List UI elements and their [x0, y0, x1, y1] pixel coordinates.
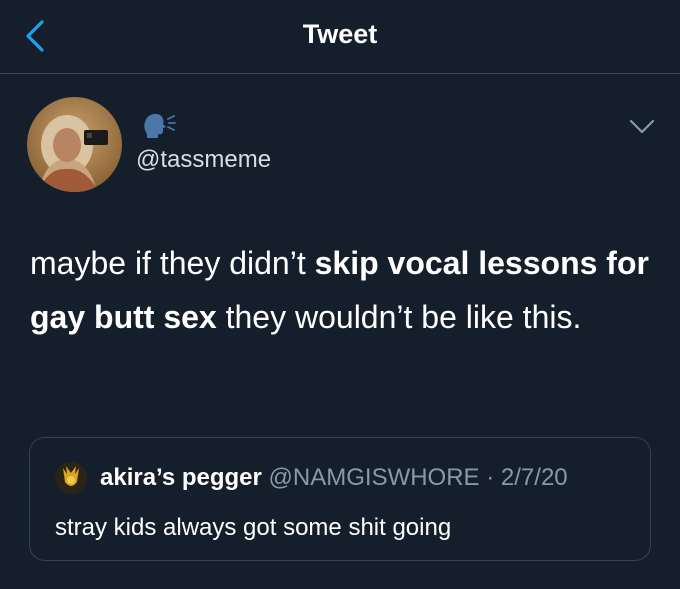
tweet-text: maybe if they didn’t skip vocal lessons … [30, 236, 650, 344]
meta-separator: · [486, 464, 495, 491]
quoted-author-name[interactable]: akira’s pegger [100, 464, 262, 491]
chevron-down-icon [629, 119, 655, 134]
quoted-author-handle[interactable]: @NAMGISWHORE [269, 464, 480, 491]
tweet-text-segment: they wouldn’t be like this. [216, 299, 582, 335]
quoted-tweet-header: akira’s pegger @NAMGISWHORE · 2/7/20 [100, 464, 568, 492]
quoted-tweet[interactable]: akira’s pegger @NAMGISWHORE · 2/7/20 str… [29, 437, 651, 561]
avatar-image [27, 97, 122, 192]
author-handle[interactable]: @tassmeme [136, 146, 271, 174]
quoted-author-avatar[interactable] [55, 462, 87, 494]
author-avatar[interactable] [27, 97, 122, 192]
more-options-button[interactable] [625, 113, 659, 139]
quoted-tweet-date: 2/7/20 [500, 464, 568, 491]
speaking-head-icon [141, 110, 177, 140]
quoted-tweet-text: stray kids always got some shit going [55, 514, 452, 541]
tweet-screen: Tweet @tassmeme maybe if they didn’t ski… [0, 0, 680, 589]
tweet-text-segment: maybe if they didn’t [30, 245, 315, 281]
top-bar: Tweet [0, 0, 680, 74]
page-title: Tweet [302, 19, 378, 49]
avatar-image [55, 462, 87, 494]
